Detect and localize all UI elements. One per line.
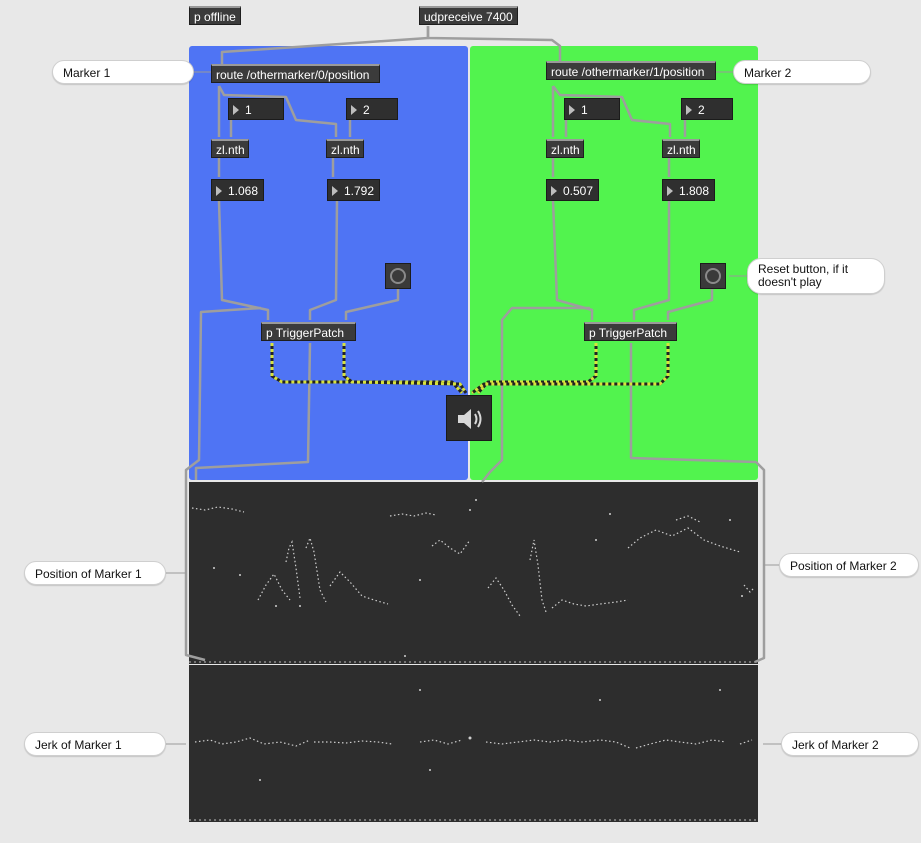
speaker-icon	[458, 409, 482, 429]
right-x-value: 0.507	[563, 184, 594, 198]
right-reset-bang[interactable]	[700, 263, 726, 289]
audio-output-button[interactable]	[446, 395, 492, 441]
number-arrow-icon	[216, 186, 222, 196]
number-arrow-icon	[569, 105, 575, 115]
marker1-comment: Marker 1	[52, 60, 194, 84]
right-zl-nth-2[interactable]: zl.nth	[662, 139, 700, 158]
left-zl-nth-1[interactable]: zl.nth	[211, 139, 249, 158]
left-y-value: 1.792	[344, 184, 375, 198]
bang-icon	[705, 268, 721, 284]
p-offline-object[interactable]: p offline	[189, 6, 241, 25]
left-index1-number[interactable]: 1	[228, 98, 284, 120]
left-index2-value: 2	[363, 103, 370, 117]
marker2-comment: Marker 2	[733, 60, 871, 84]
jerk1-comment: Jerk of Marker 1	[24, 732, 166, 756]
left-y-number[interactable]: 1.792	[327, 179, 380, 201]
right-index2-number[interactable]: 2	[681, 98, 733, 120]
right-index1-number[interactable]: 1	[564, 98, 620, 120]
right-x-number[interactable]: 0.507	[546, 179, 599, 201]
left-x-number[interactable]: 1.068	[211, 179, 264, 201]
number-arrow-icon	[233, 105, 239, 115]
left-zl-nth-2[interactable]: zl.nth	[326, 139, 364, 158]
left-x-value: 1.068	[228, 184, 259, 198]
number-arrow-icon	[686, 105, 692, 115]
right-zl-nth-1[interactable]: zl.nth	[546, 139, 584, 158]
route-marker1-object[interactable]: route /othermarker/0/position	[211, 64, 380, 83]
position1-comment: Position of Marker 1	[24, 561, 166, 585]
right-y-number[interactable]: 1.808	[662, 179, 715, 201]
left-index1-value: 1	[245, 103, 252, 117]
number-arrow-icon	[551, 186, 557, 196]
reset-comment: Reset button, if it doesn't play	[747, 258, 885, 294]
right-index2-value: 2	[698, 103, 705, 117]
left-index2-number[interactable]: 2	[346, 98, 398, 120]
route-marker2-object[interactable]: route /othermarker/1/position	[546, 61, 716, 80]
udpreceive-object[interactable]: udpreceive 7400	[419, 6, 518, 25]
left-trigger-patch[interactable]: p TriggerPatch	[261, 322, 356, 341]
right-y-value: 1.808	[679, 184, 710, 198]
position2-comment: Position of Marker 2	[779, 553, 919, 577]
jerk2-comment: Jerk of Marker 2	[781, 732, 919, 756]
left-reset-bang[interactable]	[385, 263, 411, 289]
number-arrow-icon	[332, 186, 338, 196]
bang-icon	[390, 268, 406, 284]
number-arrow-icon	[667, 186, 673, 196]
number-arrow-icon	[351, 105, 357, 115]
right-trigger-patch[interactable]: p TriggerPatch	[584, 322, 677, 341]
right-index1-value: 1	[581, 103, 588, 117]
